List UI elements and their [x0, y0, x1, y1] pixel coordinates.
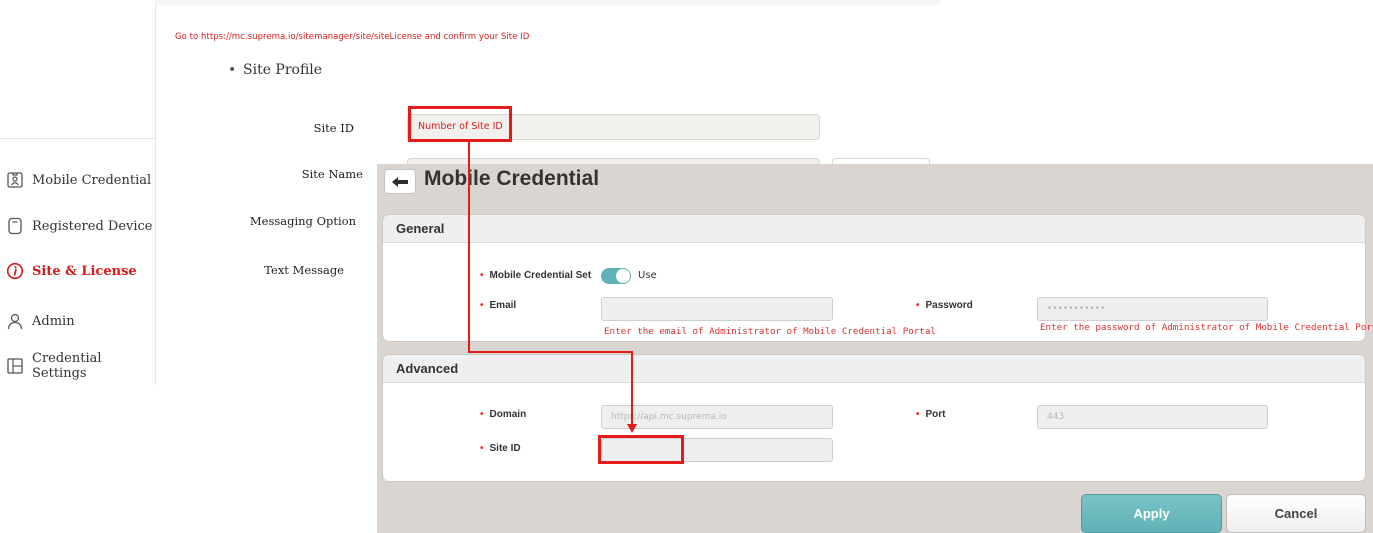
email-label-text: Email [489, 300, 517, 311]
password-field[interactable]: ••••••••••• [1037, 297, 1268, 321]
port-field[interactable]: 443 [1037, 405, 1268, 429]
back-button[interactable] [384, 169, 416, 194]
site-name-label: Site Name [301, 167, 363, 181]
required-dot: • [480, 300, 484, 311]
sidebar-item-label: Credential Settings [32, 351, 102, 381]
advanced-site-id-label: • Site ID [480, 443, 521, 454]
password-label: • Password [916, 300, 973, 311]
site-license-notice: Go to https://mc.suprema.io/sitemanager/… [175, 32, 530, 42]
domain-field[interactable]: https://api.mc.suprema.io [601, 405, 833, 429]
person-icon [7, 313, 23, 330]
text-message-label: Text Message [264, 263, 344, 277]
advanced-site-id-highlight [598, 435, 684, 464]
required-dot: • [480, 443, 484, 454]
sidebar-item-label: Mobile Credential [32, 172, 152, 188]
sidebar-item-mobile-credential[interactable]: Mobile Credential [6, 168, 151, 192]
layout-icon [7, 358, 23, 374]
sidebar-item-credential-settings[interactable]: Credential Settings [6, 351, 155, 381]
section-bullet: • [228, 62, 237, 78]
domain-label-text: Domain [489, 409, 527, 420]
sidebar-item-admin[interactable]: Admin [6, 309, 75, 333]
site-id-label: Site ID [313, 121, 354, 135]
panel-title: Mobile Credential [424, 167, 600, 190]
sidebar-item-label: Admin [32, 313, 75, 329]
sidebar-item-label: Registered Device [32, 218, 153, 234]
domain-label: • Domain [480, 409, 526, 420]
apply-button[interactable]: Apply [1081, 494, 1222, 533]
email-label: • Email [480, 300, 516, 311]
mobile-credential-set-label: • Mobile Credential Set [480, 270, 591, 281]
email-hint: Enter the email of Administrator of Mobi… [604, 326, 936, 337]
sidebar-item-label: Site & License [32, 263, 137, 279]
toggle-label: Use [638, 270, 657, 281]
cancel-button[interactable]: Cancel [1226, 494, 1366, 533]
advanced-site-id-text: Site ID [489, 443, 521, 454]
info-icon [6, 262, 24, 280]
advanced-heading: Advanced [383, 355, 1365, 383]
id-badge-icon [7, 172, 23, 188]
sidebar-item-registered-device[interactable]: Registered Device [6, 214, 153, 238]
sidebar-divider [0, 138, 155, 139]
site-id-highlight [408, 106, 512, 142]
arrow-left-icon [392, 176, 408, 187]
port-label-text: Port [925, 409, 946, 420]
messaging-option-label: Messaging Option [249, 214, 356, 228]
mobile-credential-set-text: Mobile Credential Set [489, 270, 592, 281]
sidebar: Mobile Credential Registered Device Site… [0, 0, 156, 385]
required-dot: • [916, 300, 920, 311]
port-label: • Port [916, 409, 946, 420]
required-dot: • [480, 270, 484, 281]
top-strip [155, 0, 940, 5]
phone-icon [8, 217, 22, 235]
email-field[interactable] [601, 297, 833, 321]
password-label-text: Password [925, 300, 973, 311]
toggle-knob [616, 269, 630, 283]
sidebar-item-site-license[interactable]: Site & License [6, 259, 137, 283]
general-heading: General [383, 215, 1365, 243]
required-dot: • [916, 409, 920, 420]
password-hint: Enter the password of Administrator of M… [1040, 322, 1373, 333]
section-title: Site Profile [243, 62, 323, 78]
required-dot: • [480, 409, 484, 420]
